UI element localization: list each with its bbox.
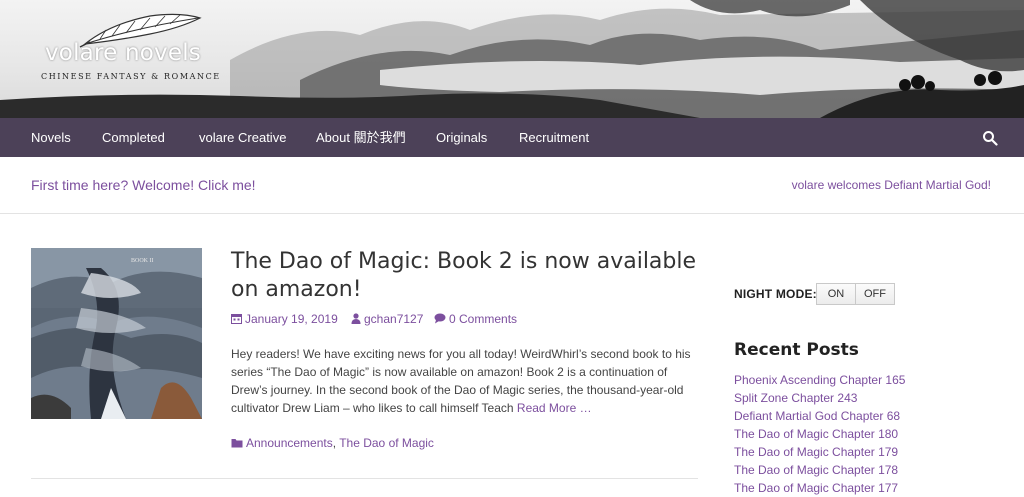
recent-post-item[interactable]: The Dao of Magic Chapter 177 xyxy=(734,479,905,497)
recent-post-item[interactable]: The Dao of Magic Chapter 178 xyxy=(734,461,905,479)
welcome-link[interactable]: First time here? Welcome! Click me! xyxy=(31,177,256,193)
nav-item-originals[interactable]: Originals xyxy=(436,118,487,157)
recent-post-item[interactable]: The Dao of Magic Chapter 180 xyxy=(734,425,905,443)
news-ticker[interactable]: volare welcomes Defiant Martial God! xyxy=(792,178,991,192)
site-title[interactable]: volare novels xyxy=(45,40,201,66)
book-cover-image: BOOK II xyxy=(31,248,202,419)
read-more-link[interactable]: Read More … xyxy=(517,401,592,415)
nav-item-recruitment[interactable]: Recruitment xyxy=(519,118,589,157)
post-date-text: January 19, 2019 xyxy=(245,312,338,326)
post-title[interactable]: The Dao of Magic: Book 2 is now availabl… xyxy=(231,248,701,304)
category-announcements[interactable]: Announcements xyxy=(246,436,333,450)
post-comments-text: 0 Comments xyxy=(449,312,518,326)
post-excerpt-text: Hey readers! We have exciting news for y… xyxy=(231,347,691,415)
folder-icon xyxy=(231,439,243,448)
recent-post-item[interactable]: Phoenix Ascending Chapter 165 xyxy=(734,371,905,389)
night-mode-label: NIGHT MODE: xyxy=(734,287,817,301)
post-categories: Announcements, The Dao of Magic xyxy=(231,436,434,450)
site-title-part1: volare xyxy=(45,40,118,66)
header-banner: volare novels CHINESE FANTASY & ROMANCE xyxy=(0,0,1024,118)
category-separator: , xyxy=(332,436,337,450)
recent-posts-heading: Recent Posts xyxy=(734,340,859,360)
post-date[interactable]: January 19, 2019 xyxy=(231,312,338,326)
post-comments[interactable]: 0 Comments xyxy=(434,312,517,326)
main-navigation: Novels Completed volare Creative About 關… xyxy=(0,118,1024,157)
night-mode-off-button[interactable]: OFF xyxy=(855,283,895,305)
post-author[interactable]: gchan7127 xyxy=(351,312,423,326)
nav-item-completed[interactable]: Completed xyxy=(102,118,165,157)
recent-posts-list: Phoenix Ascending Chapter 165 Split Zone… xyxy=(734,371,905,497)
recent-post-item[interactable]: Defiant Martial God Chapter 68 xyxy=(734,407,905,425)
nav-item-volare-creative[interactable]: volare Creative xyxy=(199,118,286,157)
site-title-part2: novels xyxy=(117,40,201,66)
post-divider xyxy=(31,478,698,479)
category-dao-of-magic[interactable]: The Dao of Magic xyxy=(339,436,434,450)
calendar-icon xyxy=(231,314,242,324)
nav-item-about[interactable]: About 關於我們 xyxy=(316,118,406,157)
site-tagline: CHINESE FANTASY & ROMANCE xyxy=(41,72,221,81)
post-thumbnail[interactable]: BOOK II xyxy=(31,248,202,419)
post-excerpt: Hey readers! We have exciting news for y… xyxy=(231,345,696,417)
nav-item-novels[interactable]: Novels xyxy=(31,118,71,157)
night-mode-on-button[interactable]: ON xyxy=(816,283,856,305)
post-author-name: gchan7127 xyxy=(364,312,424,326)
thumbnail-text: BOOK II xyxy=(131,258,154,264)
search-icon[interactable] xyxy=(982,130,998,146)
recent-post-item[interactable]: Split Zone Chapter 243 xyxy=(734,389,905,407)
recent-post-item[interactable]: The Dao of Magic Chapter 179 xyxy=(734,443,905,461)
comment-icon xyxy=(434,313,446,324)
user-icon xyxy=(351,313,361,324)
